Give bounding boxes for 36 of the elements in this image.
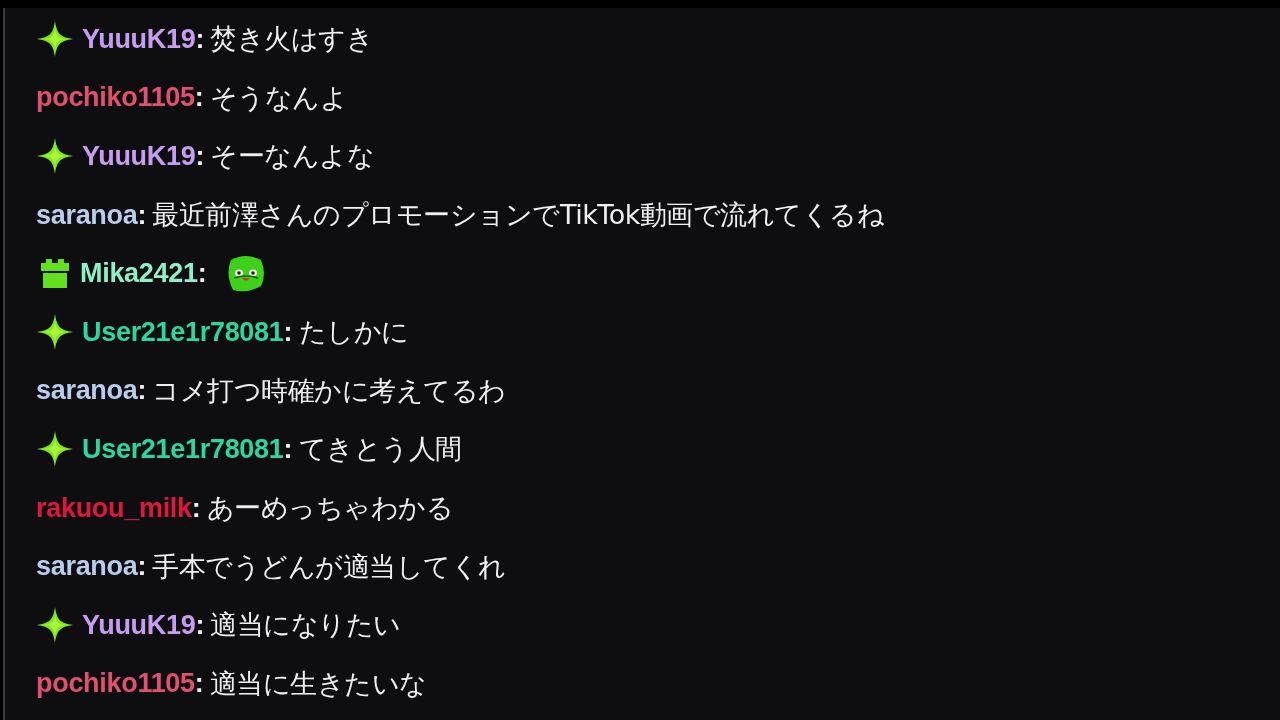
chat-username[interactable]: Mika2421	[80, 258, 198, 290]
colon: :	[283, 316, 293, 348]
chat-username[interactable]: YuuuK19	[82, 23, 196, 55]
colon: :	[195, 141, 205, 172]
chat-message: コメ打つ時確かに考えてるわ	[152, 373, 506, 408]
colon: :	[197, 258, 207, 290]
chat-username[interactable]: saranoa	[36, 375, 138, 407]
chat-message: そーなんよな	[210, 139, 375, 174]
colon: :	[194, 668, 204, 700]
chat-username[interactable]: rakuou_milk	[36, 492, 192, 524]
chat-username[interactable]: YuuuK19	[82, 609, 196, 641]
colon: :	[137, 375, 147, 407]
chat-username[interactable]: pochiko1105	[36, 668, 195, 700]
colon: :	[137, 199, 147, 231]
chat-username[interactable]: YuuuK19	[82, 141, 196, 172]
colon: :	[137, 551, 147, 583]
chat-message: そうなんよ	[209, 80, 348, 115]
gift-badge-icon	[38, 258, 72, 289]
chat-message: あーめっちゃわかる	[206, 491, 454, 526]
chat-username[interactable]: User21e1r78081	[82, 433, 284, 465]
chat-message: 焚き火はすき	[210, 22, 374, 57]
chat-message: 最近前澤さんのプロモーションでTikTok動画で流れてくるね	[152, 198, 885, 233]
chat-username[interactable]: User21e1r78081	[82, 316, 284, 348]
chat-message: たしかに	[298, 315, 409, 350]
colon: :	[194, 82, 204, 114]
chat-message: 手本でうどんが適当してくれ	[152, 549, 506, 584]
colon: :	[283, 433, 293, 465]
chat-message: てきとう人間	[298, 432, 462, 467]
chat-username[interactable]: pochiko1105	[36, 82, 195, 114]
chat-message: 適当に生きたいな	[209, 666, 427, 701]
colon: :	[191, 492, 201, 524]
colon: :	[195, 23, 205, 55]
chat-username[interactable]: saranoa	[36, 551, 138, 583]
colon: :	[195, 609, 205, 641]
chat-message: 適当になりたい	[210, 608, 401, 643]
chat-username[interactable]: saranoa	[36, 199, 138, 231]
